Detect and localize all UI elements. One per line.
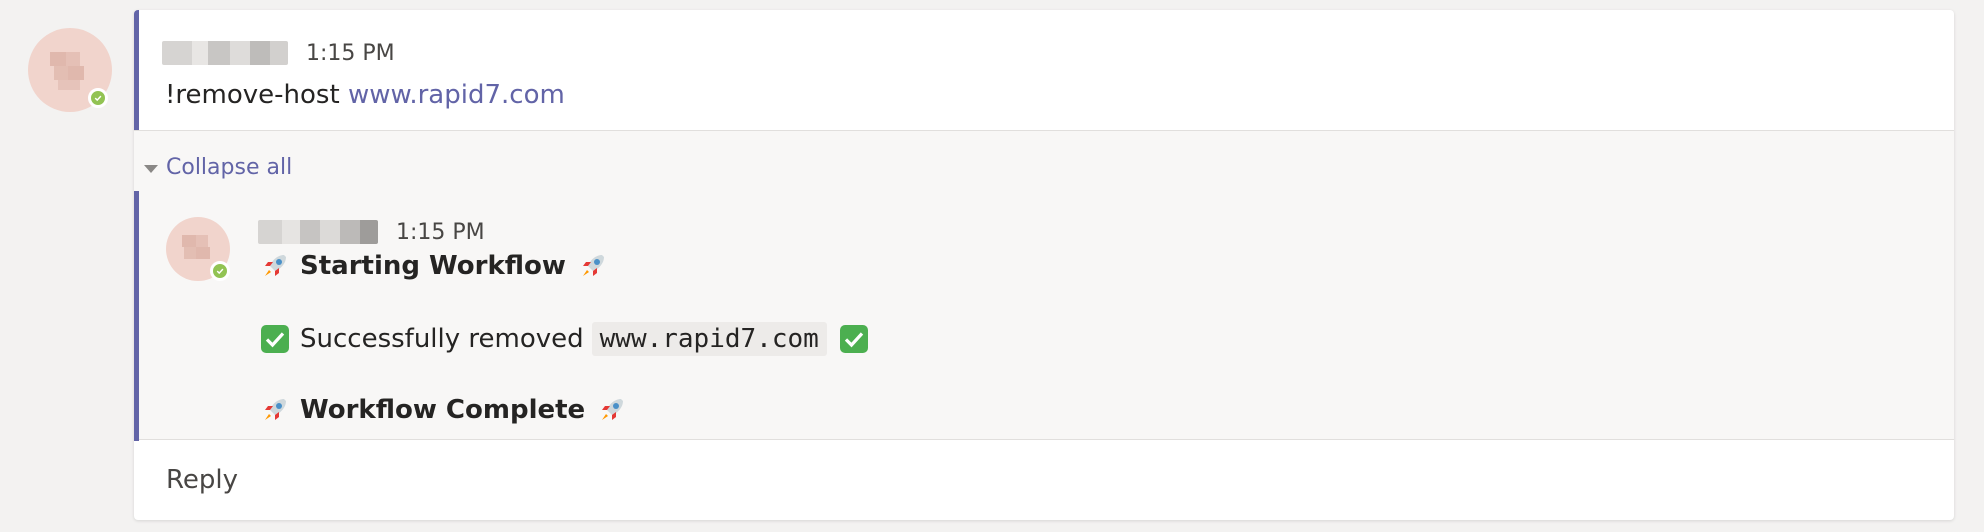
command-text: !remove-host [165, 80, 340, 110]
reply-line-removed-text: Successfully removed [300, 324, 584, 354]
reply-line-complete: Workflow Complete [260, 393, 627, 427]
message-header: 1:15 PM [162, 38, 395, 68]
avatar-pixel [182, 235, 196, 247]
avatar-pixel [184, 247, 196, 259]
reply-line-starting-text: Starting Workflow [300, 251, 566, 281]
chat-view: 1:15 PM !remove-host www.rapid7.com Coll… [0, 0, 1984, 532]
avatar-pixel [58, 80, 80, 90]
replies-section: Collapse all 1:15 PM Starting Workflow S… [134, 130, 1954, 441]
redacted-sender-name [258, 220, 378, 244]
rocket-icon [578, 251, 608, 281]
message-text: !remove-host www.rapid7.com [165, 80, 565, 110]
reply-accent-bar [134, 191, 139, 441]
reply-avatar[interactable] [166, 217, 230, 281]
reply-button[interactable]: Reply [134, 440, 1954, 520]
message-accent-bar [134, 10, 139, 130]
presence-available-icon [88, 88, 108, 108]
reply-timestamp: 1:15 PM [396, 219, 485, 245]
reply-line-removed: Successfully removed www.rapid7.com [260, 319, 869, 359]
reply-label: Reply [166, 465, 239, 495]
message-card: 1:15 PM !remove-host www.rapid7.com Coll… [134, 10, 1954, 520]
host-code: www.rapid7.com [591, 322, 827, 356]
avatar-pixel [66, 52, 80, 66]
reply-line-complete-text: Workflow Complete [300, 395, 586, 425]
collapse-all-button[interactable]: Collapse all [144, 155, 292, 180]
avatar-pixel [54, 66, 68, 80]
avatar-pixel [196, 247, 210, 259]
message-timestamp: 1:15 PM [306, 40, 395, 66]
redacted-sender-name [162, 41, 288, 65]
collapse-all-label: Collapse all [166, 155, 293, 180]
avatar-pixel [68, 66, 84, 80]
avatar-pixel [50, 52, 66, 66]
avatar-pixel [196, 235, 208, 247]
reply-header: 1:15 PM [258, 217, 485, 247]
reply-line-starting: Starting Workflow [260, 249, 608, 283]
avatar[interactable] [28, 28, 112, 112]
rocket-icon [597, 395, 627, 425]
check-mark-icon [839, 324, 869, 354]
presence-available-icon [210, 261, 230, 281]
check-mark-icon [260, 324, 290, 354]
rocket-icon [260, 395, 290, 425]
rocket-icon [260, 251, 290, 281]
caret-down-icon [144, 164, 158, 173]
host-link[interactable]: www.rapid7.com [348, 80, 565, 110]
